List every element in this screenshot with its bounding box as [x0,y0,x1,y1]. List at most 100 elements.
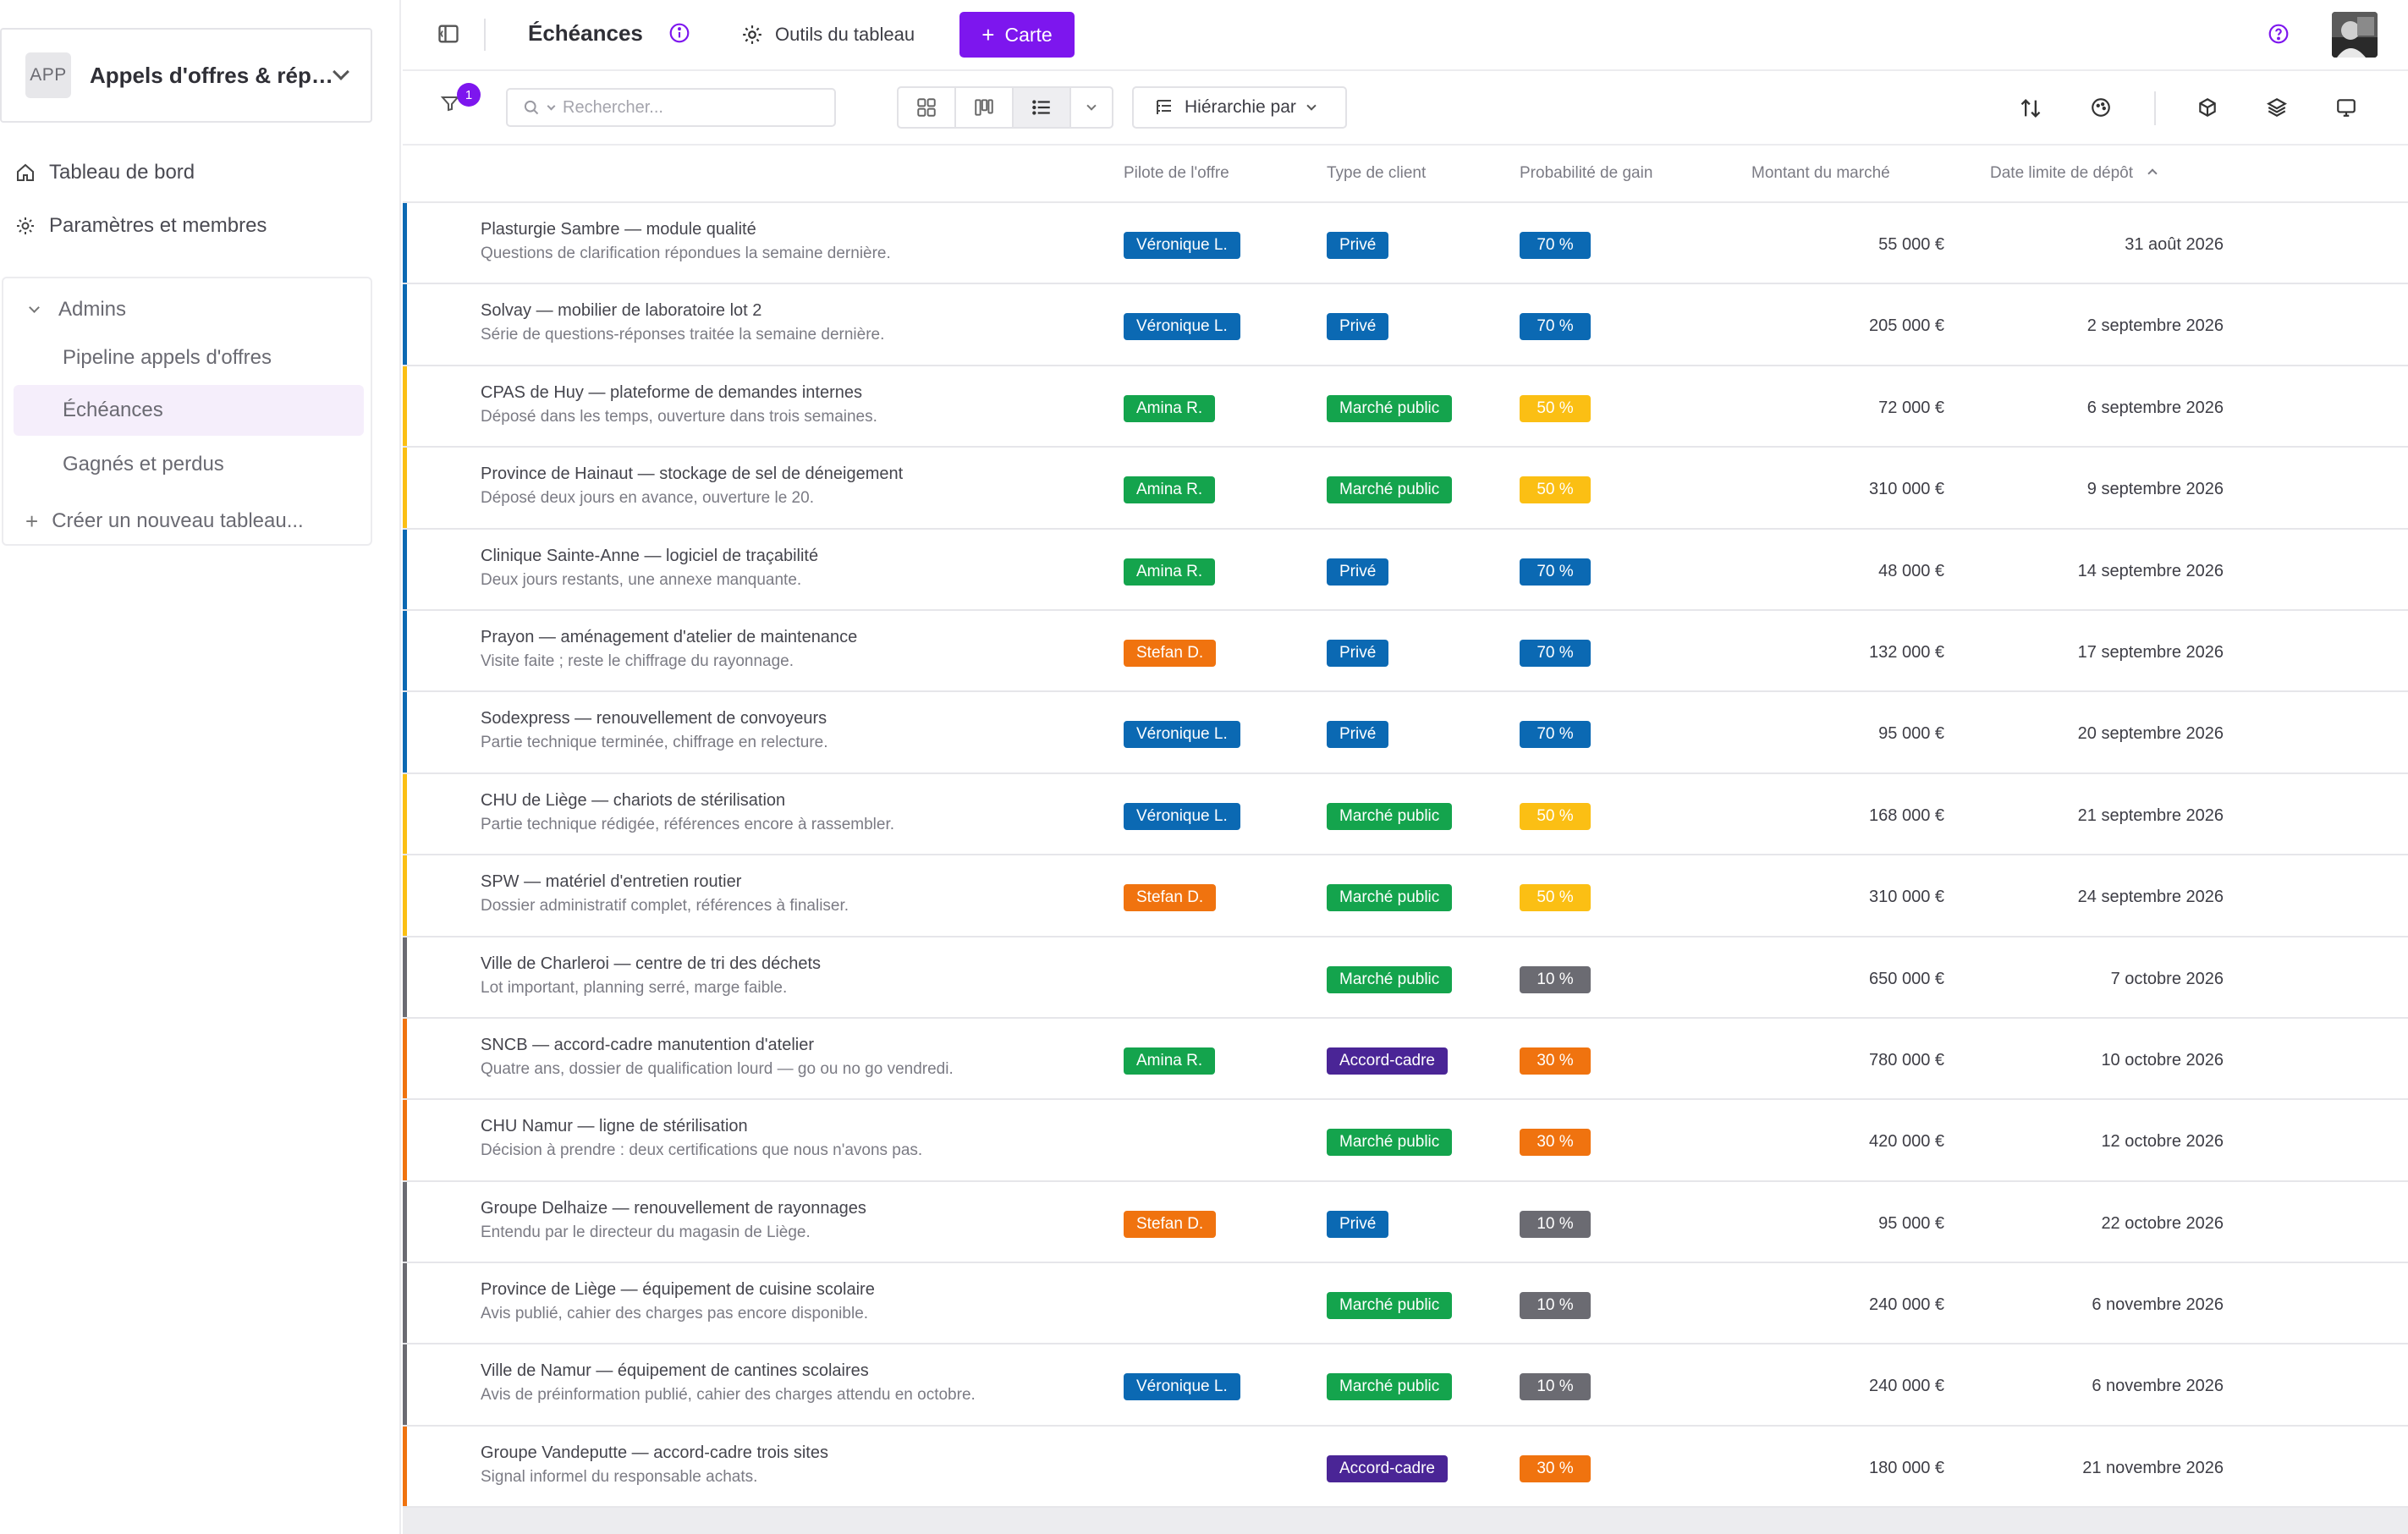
monitor-icon[interactable] [2335,96,2361,122]
card-title[interactable]: Groupe Vandeputte — accord-cadre trois s… [481,1443,828,1463]
client-type-tag[interactable]: Privé [1327,639,1389,667]
card-title[interactable]: Ville de Charleroi — centre de tri des d… [481,954,821,974]
pilot-tag[interactable]: Amina R. [1124,558,1216,586]
sort-icon[interactable] [2019,96,2044,122]
nav-dashboard[interactable]: Tableau de bord [14,151,369,194]
palette-icon[interactable] [2090,96,2115,122]
card-title[interactable]: Sodexpress — renouvellement de convoyeur… [481,709,827,729]
card-title[interactable]: Clinique Sainte-Anne — logiciel de traça… [481,547,818,566]
client-type-tag[interactable]: Privé [1327,1210,1389,1238]
probability-tag[interactable]: 10 % [1520,1292,1591,1320]
add-card-button[interactable]: + Carte [959,12,1075,58]
probability-tag[interactable]: 30 % [1520,1047,1591,1075]
card-title[interactable]: Plasturgie Sambre — module qualité [481,220,756,239]
card-title[interactable]: Prayon — aménagement d'atelier de mainte… [481,628,857,647]
cube-icon[interactable] [2196,96,2222,122]
create-board-button[interactable]: + Créer un nouveau tableau... [3,500,371,542]
client-type-tag[interactable]: Accord-cadre [1327,1454,1448,1482]
client-type-tag[interactable]: Marché public [1327,1373,1453,1401]
pilot-tag[interactable]: Amina R. [1124,1047,1216,1075]
board-pipeline[interactable]: Pipeline appels d'offres [14,333,364,383]
table-row[interactable]: CHU Namur — ligne de stérilisation Décisi… [403,1100,2408,1182]
client-type-tag[interactable]: Marché public [1327,1129,1453,1157]
pilot-tag[interactable]: Véronique L. [1124,313,1240,341]
probability-tag[interactable]: 70 % [1520,558,1591,586]
column-header-deadline[interactable]: Date limite de dépôt [1990,164,2158,183]
table-row[interactable]: Ville de Charleroi — centre de tri des d… [403,937,2408,1019]
board-gagnes-perdus[interactable]: Gagnés et perdus [14,439,364,490]
pilot-tag[interactable]: Véronique L. [1124,802,1240,830]
client-type-tag[interactable]: Privé [1327,313,1389,341]
probability-tag[interactable]: 10 % [1520,965,1591,993]
table-row[interactable]: SNCB — accord-cadre manutention d'atelie… [403,1018,2408,1101]
table-row[interactable]: Plasturgie Sambre — module qualité Questi… [403,203,2408,285]
table-row[interactable]: SPW — matériel d'entretien routier Dossie… [403,855,2408,937]
help-icon[interactable] [2268,23,2290,45]
column-header-pilot[interactable]: Pilote de l'offre [1124,164,1229,183]
card-title[interactable]: SNCB — accord-cadre manutention d'atelie… [481,1036,814,1055]
probability-tag[interactable]: 50 % [1520,476,1591,504]
card-title[interactable]: Ville de Namur — équipement de cantines … [481,1361,869,1381]
admins-group-toggle[interactable]: Admins [3,289,371,331]
client-type-tag[interactable]: Privé [1327,232,1389,259]
board-echeances[interactable]: Échéances [14,385,364,436]
table-row[interactable]: CPAS de Huy — plateforme de demandes int… [403,366,2408,448]
pilot-tag[interactable]: Véronique L. [1124,721,1240,749]
probability-tag[interactable]: 70 % [1520,721,1591,749]
probability-tag[interactable]: 30 % [1520,1129,1591,1157]
pilot-tag[interactable]: Amina R. [1124,394,1216,422]
chevron-down-icon[interactable] [547,102,556,110]
client-type-tag[interactable]: Marché public [1327,802,1453,830]
avatar[interactable] [2332,12,2378,58]
column-header-client[interactable]: Type de client [1327,164,1426,183]
card-title[interactable]: Province de Liège — équipement de cuisin… [481,1280,875,1300]
probability-tag[interactable]: 50 % [1520,884,1591,912]
table-row[interactable]: Ville de Namur — équipement de cantines … [403,1344,2408,1427]
pilot-tag[interactable]: Véronique L. [1124,1373,1240,1401]
hierarchy-button[interactable]: Hiérarchie par [1132,86,1347,129]
card-title[interactable]: Province de Hainaut — stockage de sel de… [481,465,903,484]
table-row[interactable]: Groupe Vandeputte — accord-cadre trois s… [403,1426,2408,1509]
card-title[interactable]: CHU Namur — ligne de stérilisation [481,1117,748,1136]
kanban-view-button[interactable] [956,88,1014,127]
column-header-probability[interactable]: Probabilité de gain [1520,164,1652,183]
card-title[interactable]: CHU de Liège — chariots de stérilisation [481,791,785,811]
grid-view-button[interactable] [899,88,956,127]
probability-tag[interactable]: 70 % [1520,232,1591,259]
info-icon[interactable] [668,22,692,46]
client-type-tag[interactable]: Marché public [1327,394,1453,422]
probability-tag[interactable]: 70 % [1520,639,1591,667]
more-views-button[interactable] [1071,88,1112,127]
table-row[interactable]: Sodexpress — renouvellement de convoyeur… [403,692,2408,774]
board-tools-button[interactable]: Outils du tableau [741,17,915,52]
table-row[interactable]: Solvay — mobilier de laboratoire lot 2 Sé… [403,284,2408,366]
pilot-tag[interactable]: Stefan D. [1124,639,1217,667]
client-type-tag[interactable]: Marché public [1327,1292,1453,1320]
pilot-tag[interactable]: Véronique L. [1124,232,1240,259]
client-type-tag[interactable]: Privé [1327,721,1389,749]
pilot-tag[interactable]: Stefan D. [1124,1210,1217,1238]
search-box[interactable] [506,88,836,127]
client-type-tag[interactable]: Privé [1327,558,1389,586]
column-header-amount[interactable]: Montant du marché [1751,164,1890,183]
table-row[interactable]: Province de Hainaut — stockage de sel de… [403,448,2408,530]
probability-tag[interactable]: 10 % [1520,1373,1591,1401]
client-type-tag[interactable]: Marché public [1327,476,1453,504]
probability-tag[interactable]: 50 % [1520,802,1591,830]
card-title[interactable]: Groupe Delhaize — renouvellement de rayo… [481,1199,866,1218]
pilot-tag[interactable]: Stefan D. [1124,884,1217,912]
table-row[interactable]: CHU de Liège — chariots de stérilisation… [403,773,2408,856]
client-type-tag[interactable]: Accord-cadre [1327,1047,1448,1075]
table-row[interactable]: Groupe Delhaize — renouvellement de rayo… [403,1181,2408,1264]
pilot-tag[interactable]: Amina R. [1124,476,1216,504]
nav-settings[interactable]: Paramètres et membres [14,205,369,247]
card-title[interactable]: Solvay — mobilier de laboratoire lot 2 [481,301,761,321]
probability-tag[interactable]: 70 % [1520,313,1591,341]
sidebar-toggle-icon[interactable] [437,22,460,46]
table-row[interactable]: Clinique Sainte-Anne — logiciel de traça… [403,529,2408,611]
layers-icon[interactable] [2266,96,2291,122]
client-type-tag[interactable]: Marché public [1327,884,1453,912]
workspace-switcher[interactable]: APP Appels d'offres & rép… [0,28,372,123]
card-title[interactable]: SPW — matériel d'entretien routier [481,872,741,892]
card-title[interactable]: CPAS de Huy — plateforme de demandes int… [481,383,862,403]
